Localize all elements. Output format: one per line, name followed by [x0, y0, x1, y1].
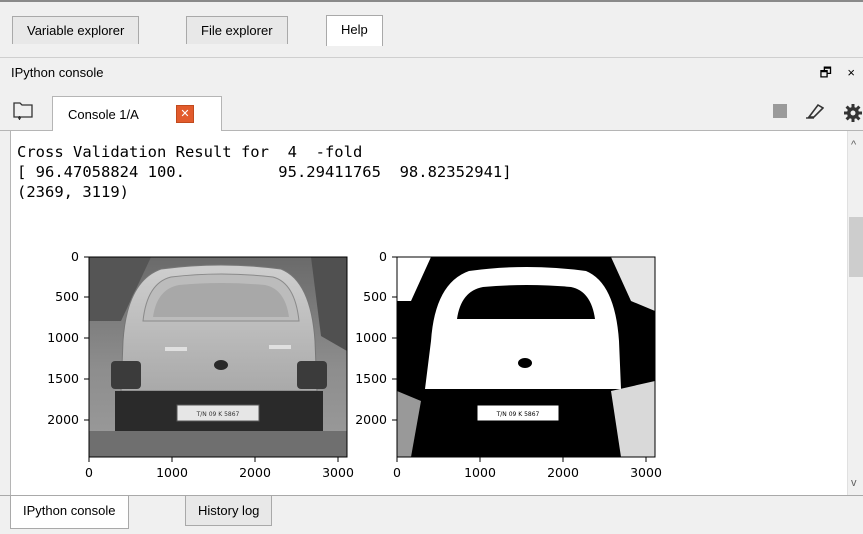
vertical-scrollbar[interactable]: ^ v — [847, 131, 863, 495]
y-tick-label: 2000 — [47, 412, 79, 427]
browse-tabs-icon[interactable] — [12, 100, 34, 120]
y-tick-label: 500 — [55, 289, 79, 304]
grayscale-car-image: T/N 09 K 5867 — [88, 256, 348, 458]
output-line: (2369, 3119) — [17, 183, 129, 201]
y-tick-label: 1500 — [355, 371, 387, 386]
y-tick-label: 1500 — [47, 371, 79, 386]
x-tick-label: 3000 — [630, 465, 662, 480]
y-tick-label: 0 — [71, 249, 79, 264]
scroll-thumb[interactable] — [849, 217, 863, 277]
tab-history-log[interactable]: History log — [185, 496, 273, 526]
scroll-up-icon[interactable]: ^ — [851, 139, 856, 151]
y-tick-label: 1000 — [355, 330, 387, 345]
top-tab-bar: Variable explorer File explorer Help — [0, 0, 863, 46]
eraser-icon[interactable] — [804, 103, 825, 122]
pane-title-bar: IPython console 🗗 × — [0, 57, 863, 88]
x-tick-label: 1000 — [156, 465, 188, 480]
x-tick-label: 3000 — [322, 465, 354, 480]
pane-title: IPython console — [11, 65, 104, 80]
tab-variable-explorer[interactable]: Variable explorer — [12, 16, 140, 44]
x-tick-label: 0 — [85, 465, 93, 480]
svg-text:T/N 09 K 5867: T/N 09 K 5867 — [496, 411, 540, 418]
console-tab-label: Console 1/A — [68, 107, 139, 122]
output-line: [ 96.47058824 100. 95.29411765 98.823529… — [17, 163, 512, 181]
bottom-tab-bar: IPython console History log — [0, 495, 863, 534]
x-tick-label: 2000 — [547, 465, 579, 480]
stop-icon[interactable] — [772, 103, 788, 122]
close-icon[interactable]: ✕ — [176, 105, 194, 123]
console-tab[interactable]: Console 1/A ✕ — [52, 96, 222, 131]
y-tick-label: 1000 — [47, 330, 79, 345]
output-line: Cross Validation Result for 4 -fold — [17, 143, 363, 161]
svg-text:T/N 09 K 5867: T/N 09 K 5867 — [196, 411, 240, 418]
tab-help[interactable]: Help — [326, 15, 383, 46]
pane-window-controls[interactable]: 🗗 × — [820, 64, 861, 86]
console-tab-bar: Console 1/A ✕ — [0, 90, 863, 131]
tab-file-explorer[interactable]: File explorer — [186, 16, 288, 44]
x-tick-label: 0 — [393, 465, 401, 480]
y-tick-label: 500 — [363, 289, 387, 304]
scroll-down-icon[interactable]: v — [851, 477, 857, 489]
y-tick-label: 2000 — [355, 412, 387, 427]
console-output-area[interactable]: Cross Validation Result for 4 -fold [ 96… — [10, 131, 863, 495]
binary-car-image: T/N 09 K 5867 — [396, 256, 656, 458]
gear-icon[interactable] — [843, 103, 863, 126]
x-tick-label: 2000 — [239, 465, 271, 480]
x-tick-label: 1000 — [464, 465, 496, 480]
matplotlib-figure: T/N 09 K 5867 0 500 1000 1500 2000 0 100… — [47, 249, 662, 480]
y-tick-label: 0 — [379, 249, 387, 264]
tab-ipython-console[interactable]: IPython console — [10, 496, 129, 529]
